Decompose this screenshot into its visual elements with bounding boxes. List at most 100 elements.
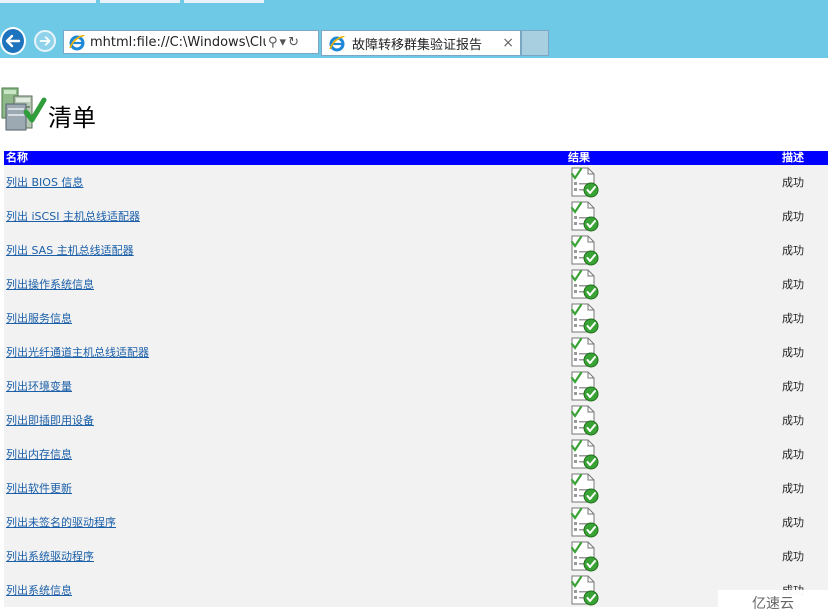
address-url: mhtml:file://C:\Windows\Cluste <box>90 34 266 50</box>
cell-name: 列出 SAS 主机总线适配器 <box>4 233 566 267</box>
new-tab-button[interactable] <box>521 30 549 56</box>
table-header-row: 名称 结果 描述 <box>4 151 828 165</box>
back-arrow-icon <box>5 34 21 48</box>
tab-title: 故障转移群集验证报告 <box>352 37 483 53</box>
cell-name: 列出未签名的驱动程序 <box>4 505 566 539</box>
cell-name: 列出 iSCSI 主机总线适配器 <box>4 199 566 233</box>
table-row: 列出内存信息 成功 <box>4 437 828 471</box>
success-check-icon <box>570 575 599 606</box>
cell-name: 列出环境变量 <box>4 369 566 403</box>
tabstrip-edge <box>0 0 828 3</box>
cell-desc: 成功 <box>780 199 828 233</box>
page-title: 清单 <box>48 104 96 132</box>
test-name-link[interactable]: 列出 SAS 主机总线适配器 <box>6 244 134 257</box>
background-tab[interactable] <box>100 0 180 3</box>
page-heading: 清单 <box>0 74 96 134</box>
table-row: 列出环境变量 成功 <box>4 369 828 403</box>
browser-chrome: mhtml:file://C:\Windows\Cluste ⚲ ▾ ↻ 故障转… <box>0 0 828 58</box>
table-row: 列出即插即用设备 成功 <box>4 403 828 437</box>
cell-result <box>566 369 780 403</box>
success-check-icon <box>570 405 599 436</box>
test-name-link[interactable]: 列出软件更新 <box>6 482 72 495</box>
watermark: 亿速云 <box>718 590 828 616</box>
cluster-checklist-icon <box>1 87 47 131</box>
table-row: 列出软件更新 成功 <box>4 471 828 505</box>
table-row: 列出未签名的驱动程序 成功 <box>4 505 828 539</box>
success-check-icon <box>570 371 599 402</box>
header-result: 结果 <box>566 151 780 165</box>
tab-active[interactable]: 故障转移群集验证报告 × <box>321 30 521 56</box>
table-row: 列出光纤通道主机总线适配器 成功 <box>4 335 828 369</box>
cell-result <box>566 403 780 437</box>
cell-name: 列出操作系统信息 <box>4 267 566 301</box>
cell-result <box>566 267 780 301</box>
table-row: 列出 SAS 主机总线适配器 成功 <box>4 233 828 267</box>
cell-desc: 成功 <box>780 437 828 471</box>
cell-result <box>566 301 780 335</box>
test-name-link[interactable]: 列出操作系统信息 <box>6 278 94 291</box>
cell-name: 列出光纤通道主机总线适配器 <box>4 335 566 369</box>
cell-result <box>566 471 780 505</box>
success-check-icon <box>570 439 599 470</box>
success-check-icon <box>570 337 599 368</box>
test-name-link[interactable]: 列出 iSCSI 主机总线适配器 <box>6 210 140 223</box>
test-name-link[interactable]: 列出内存信息 <box>6 448 72 461</box>
close-icon[interactable]: × <box>502 35 514 51</box>
table-row: 列出系统驱动程序 成功 <box>4 539 828 573</box>
success-check-icon <box>570 507 599 538</box>
chevron-down-icon[interactable]: ▾ <box>280 35 287 50</box>
cell-name: 列出服务信息 <box>4 301 566 335</box>
header-desc: 描述 <box>780 151 828 165</box>
test-name-link[interactable]: 列出系统驱动程序 <box>6 550 94 563</box>
table-row: 列出操作系统信息 成功 <box>4 267 828 301</box>
forward-button[interactable] <box>34 30 56 52</box>
cell-result <box>566 539 780 573</box>
back-button[interactable] <box>0 27 26 55</box>
address-bar[interactable]: mhtml:file://C:\Windows\Cluste ⚲ ▾ ↻ <box>63 30 319 54</box>
test-name-link[interactable]: 列出 BIOS 信息 <box>6 176 83 189</box>
cell-result <box>566 505 780 539</box>
cell-desc: 成功 <box>780 233 828 267</box>
cell-name: 列出软件更新 <box>4 471 566 505</box>
cell-result <box>566 233 780 267</box>
cell-desc: 成功 <box>780 369 828 403</box>
cell-desc: 成功 <box>780 335 828 369</box>
cell-name: 列出即插即用设备 <box>4 403 566 437</box>
background-tab[interactable] <box>184 0 264 3</box>
ie-tab-icon <box>329 35 345 52</box>
header-name: 名称 <box>4 151 566 165</box>
cell-desc: 成功 <box>780 165 828 199</box>
background-tab[interactable] <box>0 0 96 3</box>
success-check-icon <box>570 201 599 232</box>
cell-name: 列出内存信息 <box>4 437 566 471</box>
success-check-icon <box>570 167 599 198</box>
cell-name: 列出系统驱动程序 <box>4 539 566 573</box>
test-name-link[interactable]: 列出环境变量 <box>6 380 72 393</box>
test-name-link[interactable]: 列出即插即用设备 <box>6 414 94 427</box>
cell-desc: 成功 <box>780 403 828 437</box>
cell-desc: 成功 <box>780 301 828 335</box>
success-check-icon <box>570 303 599 334</box>
success-check-icon <box>570 235 599 266</box>
watermark-text: 亿速云 <box>752 596 794 612</box>
test-name-link[interactable]: 列出光纤通道主机总线适配器 <box>6 346 149 359</box>
cell-result <box>566 199 780 233</box>
refresh-icon[interactable]: ↻ <box>288 35 299 50</box>
success-check-icon <box>570 473 599 504</box>
forward-arrow-icon <box>39 36 51 46</box>
test-name-link[interactable]: 列出服务信息 <box>6 312 72 325</box>
table-row: 列出服务信息 成功 <box>4 301 828 335</box>
table-row: 列出 iSCSI 主机总线适配器 成功 <box>4 199 828 233</box>
search-icon[interactable]: ⚲ <box>268 35 278 50</box>
cell-desc: 成功 <box>780 539 828 573</box>
test-name-link[interactable]: 列出未签名的驱动程序 <box>6 516 116 529</box>
cell-result <box>566 437 780 471</box>
table-row: 列出 BIOS 信息 成功 <box>4 165 828 199</box>
test-name-link[interactable]: 列出系统信息 <box>6 584 72 597</box>
cell-desc: 成功 <box>780 471 828 505</box>
table-row: 列出系统信息成功 <box>4 573 828 607</box>
cell-result <box>566 335 780 369</box>
success-check-icon <box>570 269 599 300</box>
cell-result <box>566 165 780 199</box>
cell-desc: 成功 <box>780 267 828 301</box>
